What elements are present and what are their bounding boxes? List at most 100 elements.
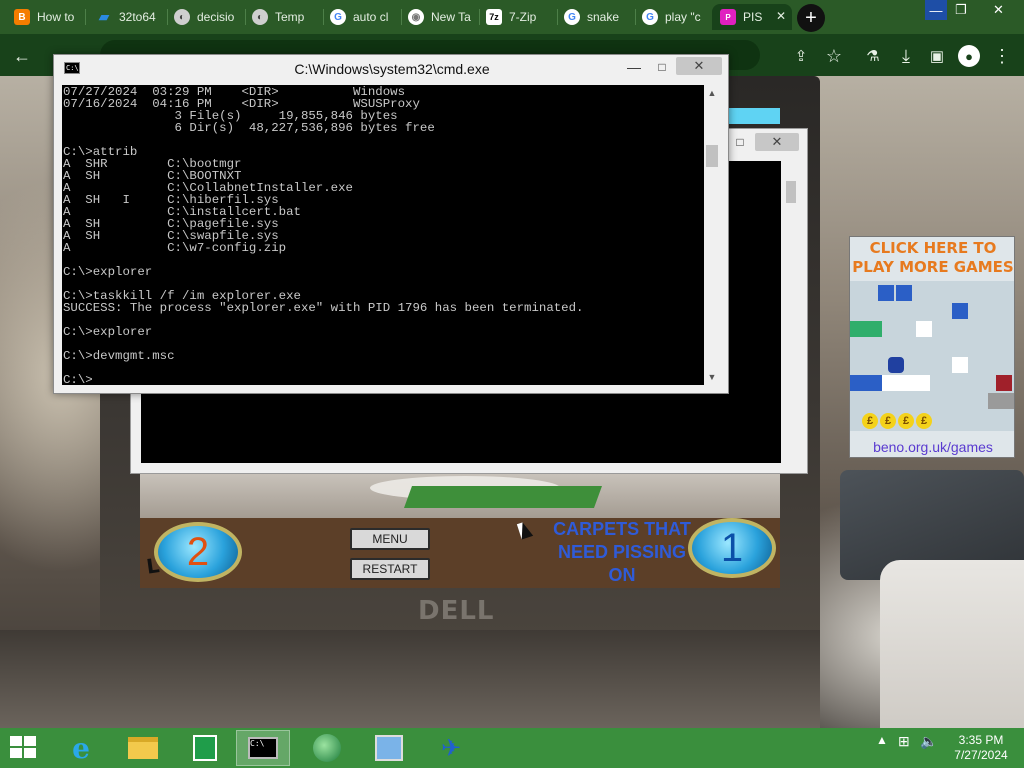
tab-7[interactable]: G snake: [556, 4, 636, 30]
bird-icon: ✈: [440, 734, 462, 762]
cmd-scrollbar[interactable]: ▲ ▼: [704, 85, 720, 385]
tab-5[interactable]: ◉ New Ta: [400, 4, 480, 30]
folder-icon: [128, 737, 158, 759]
pis-icon: P: [720, 9, 736, 25]
menu-button[interactable]: MENU: [350, 528, 430, 550]
google-icon: G: [564, 9, 580, 25]
download-icon[interactable]: ⤓: [895, 45, 917, 67]
cmd-title-bar[interactable]: C:\ C:\Windows\system32\cmd.exe — □ ✕: [54, 55, 730, 83]
window-minimize-button[interactable]: —: [925, 0, 947, 20]
chrome-icon: ◉: [408, 9, 424, 25]
vertical-scrollbar[interactable]: [783, 161, 799, 463]
tab-1[interactable]: ▰ 32to64: [88, 4, 168, 30]
taskbar-network[interactable]: [300, 730, 354, 766]
store-icon: [193, 735, 217, 761]
ad-game-preview: [850, 281, 1014, 431]
azure-icon: ▰: [99, 9, 109, 24]
tray-overflow-icon[interactable]: ▲: [876, 733, 888, 747]
window-close-button[interactable]: ✕: [975, 0, 1022, 20]
scroll-up-arrow-icon[interactable]: ▲: [704, 85, 720, 101]
globe-icon: ◐: [252, 9, 268, 25]
laptop-keyboard-area: [0, 630, 820, 728]
more-games-ad[interactable]: CLICK HERE TO PLAY MORE GAMES £ £ £ £ be…: [849, 236, 1015, 458]
close-icon[interactable]: ✕: [755, 133, 799, 151]
taskbar-file-explorer[interactable]: [116, 730, 170, 766]
coin-icon: £: [898, 413, 914, 429]
ad-url-link[interactable]: beno.org.uk/games: [850, 439, 1014, 455]
ad-title: CLICK HERE TO PLAY MORE GAMES: [852, 239, 1014, 276]
taskbar-game[interactable]: ✈: [424, 730, 478, 766]
taskbar-remote-desktop[interactable]: [362, 730, 416, 766]
taskbar-internet-explorer[interactable]: e: [54, 730, 108, 766]
side-panel-icon[interactable]: ▣: [926, 45, 948, 67]
tab-3[interactable]: ◐ Temp: [244, 4, 324, 30]
coin-icon: £: [880, 413, 896, 429]
restart-button[interactable]: RESTART: [350, 558, 430, 580]
carpets-remaining-count: 1: [688, 518, 776, 578]
google-icon: G: [330, 9, 346, 25]
globe-icon: ◐: [174, 9, 190, 25]
tab-4[interactable]: G auto cl: [322, 4, 402, 30]
level-number: 2: [154, 522, 242, 582]
tab-6[interactable]: 7z 7-Zip: [478, 4, 558, 30]
background-phone: [880, 560, 1024, 730]
tab-label: New Ta: [431, 10, 471, 24]
tab-9-active[interactable]: P PIS ✕: [712, 4, 792, 30]
tab-label: PIS: [743, 10, 763, 24]
maximize-icon[interactable]: □: [729, 133, 751, 151]
remote-desktop-icon: [375, 735, 403, 761]
carpet-sprite: [403, 486, 603, 508]
tab-label: play "c: [665, 10, 701, 24]
cmd-window: C:\ C:\Windows\system32\cmd.exe — □ ✕ 07…: [53, 54, 729, 394]
taskbar-cmd[interactable]: C:\: [236, 730, 290, 766]
coin-icon: £: [916, 413, 932, 429]
tab-label: 7-Zip: [509, 10, 537, 24]
scroll-thumb[interactable]: [706, 145, 718, 167]
cmd-close-button[interactable]: ✕: [676, 57, 722, 75]
globe-network-icon: [313, 734, 341, 762]
taskbar-clock[interactable]: 3:35 PM 7/27/2024: [944, 733, 1018, 763]
cmd-maximize-button[interactable]: □: [650, 57, 674, 77]
coin-icon: £: [862, 413, 878, 429]
tab-label: snake: [587, 10, 620, 24]
share-icon[interactable]: ⇪: [790, 45, 812, 67]
taskbar-store[interactable]: [178, 730, 232, 766]
browser-tab-bar: B How to ▰ 32to64 ◐ decisio ◐ Temp G aut…: [0, 0, 1024, 34]
console-output[interactable]: 07/27/2024 03:29 PM <DIR> Windows 07/16/…: [62, 85, 704, 385]
clock-date: 7/27/2024: [954, 748, 1008, 762]
network-icon[interactable]: ⊞: [898, 733, 910, 750]
profile-avatar-icon[interactable]: ●: [958, 45, 980, 67]
menu-kebab-icon[interactable]: ⋮: [991, 45, 1013, 67]
tab-2[interactable]: ◐ decisio: [166, 4, 246, 30]
cmd-minimize-button[interactable]: —: [622, 57, 646, 77]
windows-start-button[interactable]: [10, 736, 38, 760]
internet-explorer-icon: e: [72, 731, 90, 765]
close-tab-icon[interactable]: ✕: [776, 9, 786, 23]
back-arrow-icon[interactable]: ←: [11, 45, 33, 67]
tab-label: 32to64: [119, 10, 156, 24]
laptop-logo: DELL: [418, 596, 495, 626]
google-icon: G: [642, 9, 658, 25]
console-text: 07/27/2024 03:29 PM <DIR> Windows 07/16/…: [63, 85, 584, 385]
7zip-icon: 7z: [486, 9, 502, 25]
clock-time: 3:35 PM: [958, 733, 1004, 747]
blogger-icon: B: [14, 9, 30, 25]
tab-label: decisio: [197, 10, 235, 24]
new-tab-button[interactable]: +: [797, 4, 825, 32]
tab-label: How to: [37, 10, 75, 24]
game-status-bar: LEVEL 2 MENU RESTART CARPETS THAT NEED P…: [140, 518, 780, 588]
bookmark-star-icon[interactable]: ☆: [823, 45, 845, 67]
extension-flask-icon[interactable]: ⚗: [862, 45, 884, 67]
tab-label: Temp: [275, 10, 305, 24]
window-edge-highlight: [728, 108, 780, 124]
carpets-remaining-label: CARPETS THAT NEED PISSING ON: [553, 519, 691, 585]
cmd-icon: C:\: [248, 737, 278, 759]
volume-muted-icon[interactable]: 🔈: [920, 733, 937, 750]
game-board: LEVEL 2 MENU RESTART CARPETS THAT NEED P…: [140, 474, 780, 588]
tab-label: auto cl: [353, 10, 389, 24]
tab-8[interactable]: G play "c: [634, 4, 714, 30]
tab-0[interactable]: B How to: [6, 4, 86, 30]
window-maximize-button[interactable]: ❐: [950, 0, 972, 20]
scroll-down-arrow-icon[interactable]: ▼: [704, 369, 720, 385]
game-room-floor: [140, 474, 780, 518]
